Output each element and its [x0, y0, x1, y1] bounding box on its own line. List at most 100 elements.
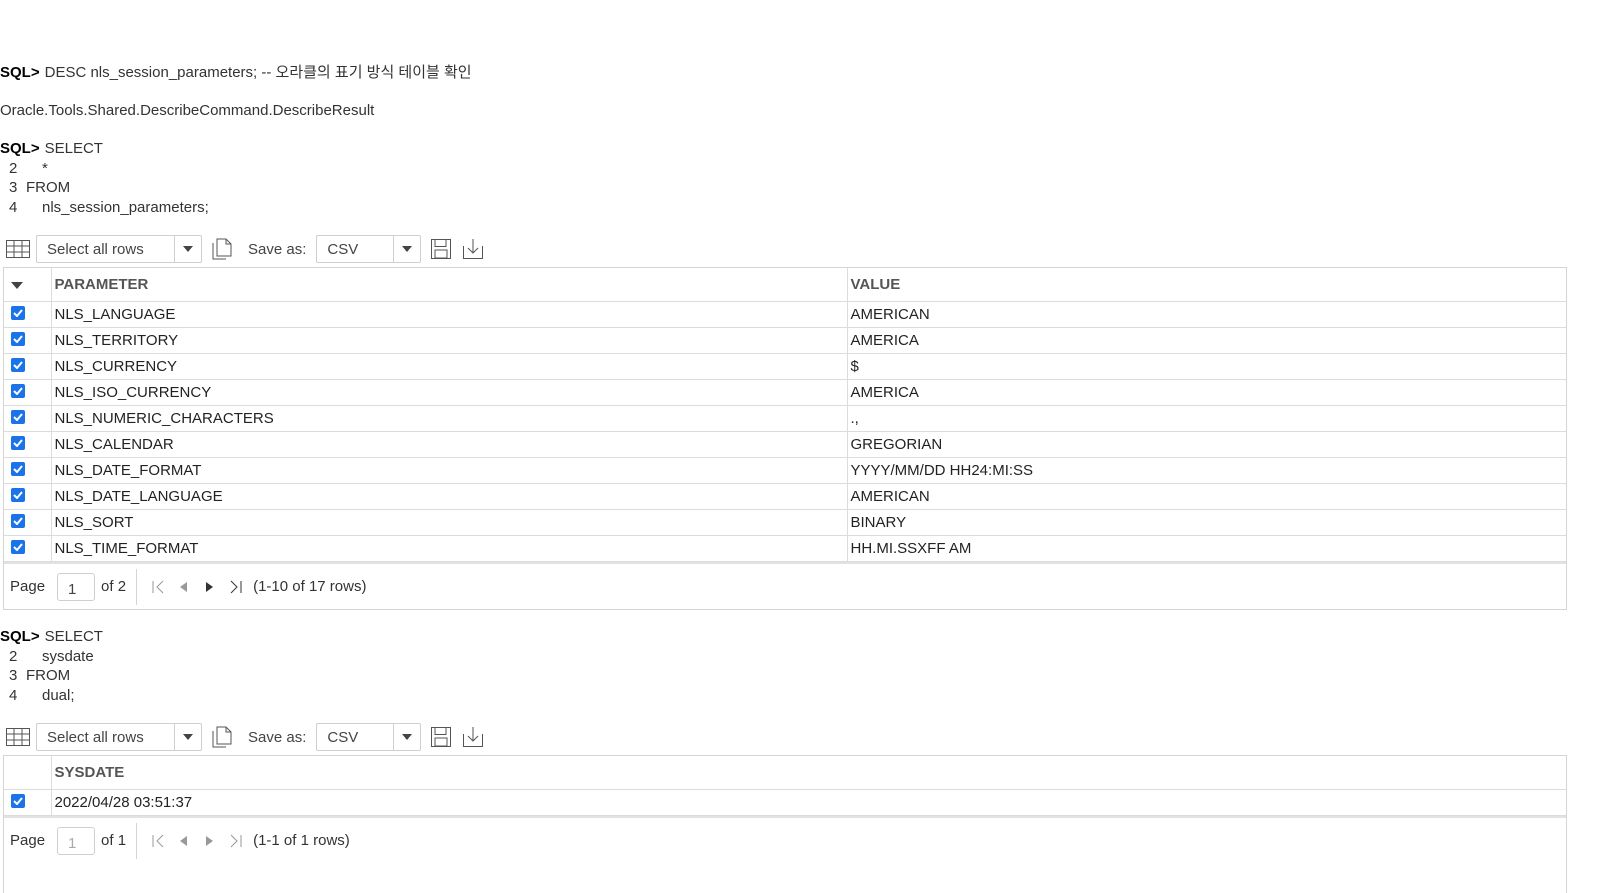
row-checkbox-cell — [4, 379, 52, 406]
table-row[interactable]: 2022/04/28 03:51:37 — [4, 789, 1566, 816]
row-checkbox[interactable] — [11, 358, 25, 373]
query-line-text: FROM — [26, 179, 71, 196]
select-rows-dropdown[interactable]: Select all rows — [36, 235, 202, 263]
result-grid-1: PARAMETER VALUE NLS_LANGUAGE AMERICAN NLS_… — [3, 267, 1567, 610]
table-cell: NLS_CURRENCY — [51, 353, 848, 380]
table-cell: NLS_NUMERIC_CHARACTERS — [51, 405, 848, 432]
line-number: 3 — [9, 667, 18, 684]
grid-view-icon[interactable] — [4, 236, 32, 262]
grid-view-icon[interactable] — [4, 724, 32, 750]
sql-prompt: SQL> — [0, 64, 40, 81]
table-cell: GREGORIAN — [847, 431, 1566, 458]
table-row[interactable]: NLS_NUMERIC_CHARACTERS., — [4, 405, 1566, 432]
next-page-icon[interactable] — [197, 577, 223, 597]
page-label: Page — [10, 832, 46, 849]
save-as-label: Save as: — [248, 240, 307, 258]
table-cell: BINARY — [847, 509, 1566, 536]
previous-page-icon[interactable] — [171, 577, 197, 597]
row-checkbox[interactable] — [11, 410, 25, 425]
row-checkbox[interactable] — [11, 332, 25, 347]
page-number-input[interactable]: 1 — [57, 572, 96, 601]
row-checkbox-cell — [4, 457, 52, 484]
row-checkbox[interactable] — [11, 436, 25, 451]
format-dropdown[interactable]: CSV — [316, 235, 422, 263]
table-cell: AMERICAN — [847, 483, 1566, 510]
rows-info: (1-1 of 1 rows) — [253, 832, 350, 849]
save-icon[interactable] — [427, 236, 455, 262]
table-row[interactable]: NLS_ISO_CURRENCY AMERICA — [4, 379, 1566, 406]
pager: Page 1 of 1 (1-1 of 1 rows) — [4, 816, 1566, 863]
row-checkbox-cell — [4, 509, 52, 536]
table-row[interactable]: NLS_SORT BINARY — [4, 509, 1566, 536]
chevron-down-icon — [393, 724, 420, 750]
row-checkbox-cell — [4, 405, 52, 432]
table-row[interactable]: NLS_CURRENCY $ — [4, 353, 1566, 380]
save-as-label: Save as: — [248, 728, 307, 746]
row-checkbox[interactable] — [11, 462, 25, 477]
select-column-header[interactable] — [4, 756, 52, 790]
table-row[interactable]: NLS_TERRITORY AMERICA — [4, 327, 1566, 354]
page-number-input[interactable]: 1 — [57, 826, 96, 855]
table-cell: $ — [847, 353, 1566, 380]
first-page-icon[interactable] — [145, 831, 171, 851]
desc-command: SQL> DESC nls_session_parameters; -- 오라클의… — [0, 63, 472, 83]
line-number: 2 — [9, 647, 18, 665]
table-cell: NLS_DATE_LANGUAGE — [51, 483, 848, 510]
save-icon[interactable] — [427, 724, 455, 750]
query-2: SQL> SELECT 2 sysdate 3 FROM 4 dual; — [0, 627, 103, 705]
row-checkbox[interactable] — [11, 306, 25, 321]
table-cell: YYYY/MM/DD HH24:MI:SS — [847, 457, 1566, 484]
download-icon[interactable] — [459, 724, 487, 750]
table-cell: AMERICA — [847, 327, 1566, 354]
column-header-value[interactable]: VALUE — [847, 268, 1566, 302]
table-row[interactable]: NLS_DATE_FORMAT YYYY/MM/DD HH24:MI:SS — [4, 457, 1566, 484]
line-number: 2 — [9, 159, 18, 177]
row-checkbox[interactable] — [11, 488, 25, 503]
table-row[interactable]: NLS_LANGUAGE AMERICAN — [4, 301, 1566, 328]
previous-page-icon[interactable] — [171, 831, 197, 851]
row-checkbox[interactable] — [11, 384, 25, 399]
query-line-text: * — [42, 159, 48, 177]
line-number: 4 — [9, 198, 18, 216]
table-row[interactable]: NLS_TIME_FORMAT HH.MI.SSXFF AM — [4, 535, 1566, 562]
line-number: 4 — [9, 686, 18, 704]
copy-icon[interactable] — [208, 236, 236, 262]
select-column-header[interactable] — [4, 268, 52, 302]
select-rows-dropdown[interactable]: Select all rows — [36, 723, 202, 751]
query-1: SQL> SELECT 2 * 3 FROM 4 nls_session_paramet… — [0, 139, 209, 217]
table-cell: AMERICAN — [847, 301, 1566, 328]
query-line-text: dual; — [42, 686, 75, 704]
column-header-parameter[interactable]: PARAMETER — [51, 268, 848, 302]
row-checkbox-cell — [4, 301, 52, 328]
copy-icon[interactable] — [208, 724, 236, 750]
table-cell: AMERICA — [847, 379, 1566, 406]
row-checkbox-cell — [4, 353, 52, 380]
sql-prompt: SQL> — [0, 628, 40, 645]
desc-result: Oracle.Tools.Shared.DescribeCommand.Desc… — [0, 101, 374, 121]
query-line-text: sysdate — [42, 647, 94, 665]
first-page-icon[interactable] — [145, 577, 171, 597]
column-header-sysdate[interactable]: SYSDATE — [51, 756, 1566, 790]
download-icon[interactable] — [459, 236, 487, 262]
line-number: 3 — [9, 179, 18, 196]
row-checkbox[interactable] — [11, 794, 25, 809]
pager: Page 1 of 2 (1-10 of 17 rows) — [4, 562, 1566, 609]
row-checkbox[interactable] — [11, 514, 25, 529]
table-cell: NLS_TERRITORY — [51, 327, 848, 354]
table-cell: NLS_TIME_FORMAT — [51, 535, 848, 562]
table-row[interactable]: NLS_CALENDAR GREGORIAN — [4, 431, 1566, 458]
page-count: of 2 — [101, 578, 127, 595]
next-page-icon[interactable] — [197, 831, 223, 851]
table-row[interactable]: NLS_DATE_LANGUAGE AMERICAN — [4, 483, 1566, 510]
result-toolbar: Select all rows Save as: CSV — [4, 233, 491, 265]
table-cell: NLS_ISO_CURRENCY — [51, 379, 848, 406]
table-cell: NLS_DATE_FORMAT — [51, 457, 848, 484]
last-page-icon[interactable] — [223, 831, 249, 851]
last-page-icon[interactable] — [223, 577, 249, 597]
table-cell: 2022/04/28 03:51:37 — [51, 789, 1566, 816]
desc-result-text: Oracle.Tools.Shared.DescribeCommand.Desc… — [0, 102, 375, 119]
row-checkbox[interactable] — [11, 540, 25, 555]
query-line-text: nls_session_parameters; — [42, 198, 209, 216]
format-value: CSV — [327, 240, 359, 258]
format-dropdown[interactable]: CSV — [316, 723, 422, 751]
